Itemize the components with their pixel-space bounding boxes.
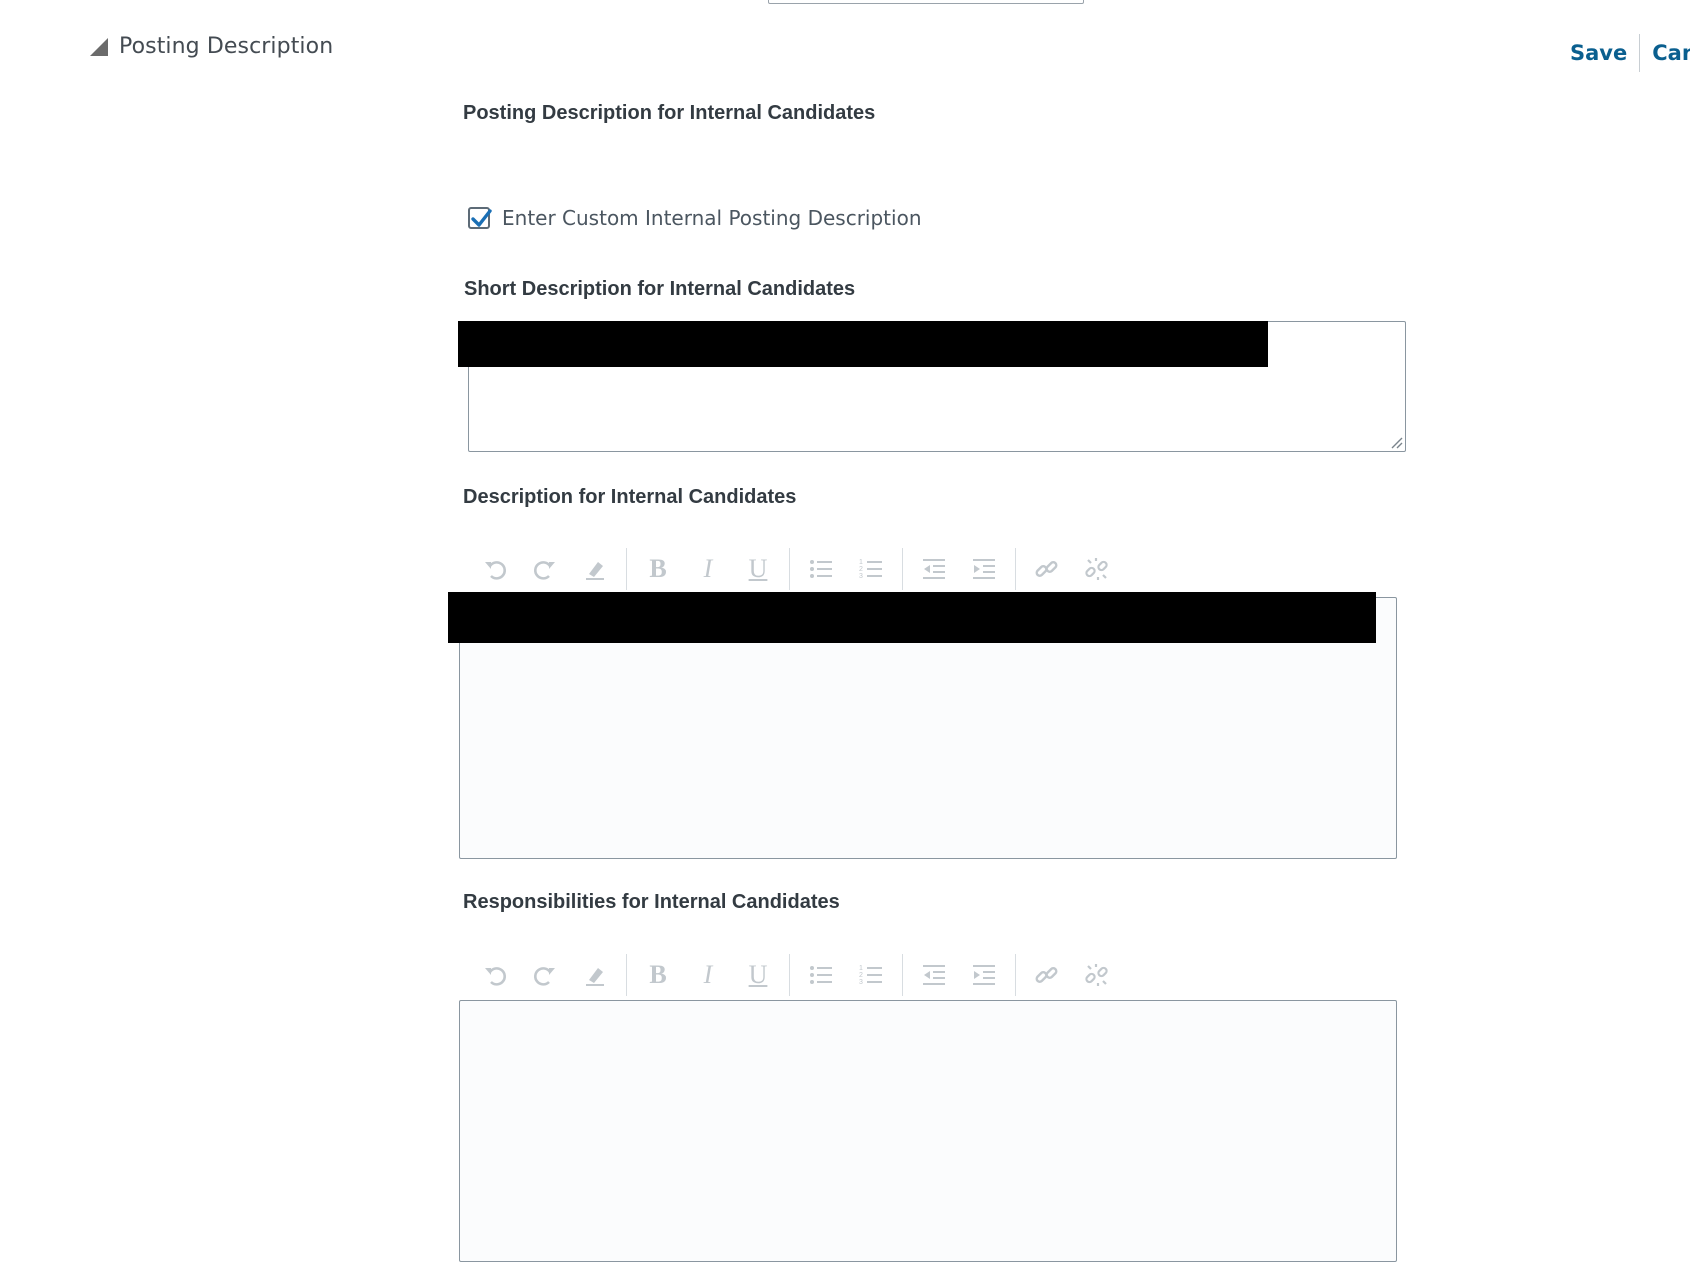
- top-input-field[interactable]: [768, 0, 1084, 4]
- indent-icon[interactable]: [959, 953, 1009, 997]
- toolbar-divider: [902, 954, 903, 996]
- toolbar-divider: [789, 548, 790, 590]
- redo-icon[interactable]: [520, 953, 570, 997]
- undo-icon[interactable]: [470, 953, 520, 997]
- checkmark-icon: [471, 209, 492, 227]
- section-title: Posting Description: [119, 34, 334, 59]
- svg-text:3: 3: [859, 573, 863, 580]
- posting-heading: Posting Description for Internal Candida…: [463, 102, 876, 124]
- outdent-icon[interactable]: [909, 547, 959, 591]
- bulleted-list-icon[interactable]: [796, 953, 846, 997]
- toolbar-divider: [1015, 548, 1016, 590]
- unlink-icon[interactable]: [1072, 953, 1122, 997]
- unlink-icon[interactable]: [1072, 547, 1122, 591]
- save-button[interactable]: Save: [1570, 41, 1627, 65]
- custom-description-checkbox-label: Enter Custom Internal Posting Descriptio…: [502, 206, 922, 230]
- responsibilities-label: Responsibilities for Internal Candidates: [463, 891, 840, 913]
- undo-icon[interactable]: [470, 547, 520, 591]
- description-label: Description for Internal Candidates: [463, 486, 797, 508]
- action-bar: Save Canc: [1570, 34, 1690, 72]
- svg-text:3: 3: [859, 979, 863, 986]
- svg-text:1: 1: [859, 559, 863, 566]
- numbered-list-icon[interactable]: 123: [846, 953, 896, 997]
- toolbar-divider: [626, 954, 627, 996]
- eraser-icon[interactable]: [570, 547, 620, 591]
- resize-handle-icon[interactable]: [1389, 435, 1403, 449]
- toolbar-divider: [789, 954, 790, 996]
- toolbar-divider: [1015, 954, 1016, 996]
- responsibilities-toolbar: B I U 123: [470, 953, 1122, 997]
- link-icon[interactable]: [1022, 547, 1072, 591]
- indent-icon[interactable]: [959, 547, 1009, 591]
- redacted-short-description: [458, 321, 1268, 367]
- italic-icon[interactable]: I: [683, 547, 733, 591]
- outdent-icon[interactable]: [909, 953, 959, 997]
- numbered-list-icon[interactable]: 123: [846, 547, 896, 591]
- toolbar-divider: [902, 548, 903, 590]
- link-icon[interactable]: [1022, 953, 1072, 997]
- svg-text:2: 2: [859, 972, 863, 979]
- svg-text:2: 2: [859, 566, 863, 573]
- collapse-triangle-icon[interactable]: [90, 37, 108, 56]
- toolbar-divider: [626, 548, 627, 590]
- action-divider: [1639, 34, 1641, 72]
- bold-icon[interactable]: B: [633, 953, 683, 997]
- section-header: Posting Description: [90, 34, 333, 59]
- short-description-label: Short Description for Internal Candidate…: [464, 278, 856, 300]
- redo-icon[interactable]: [520, 547, 570, 591]
- eraser-icon[interactable]: [570, 953, 620, 997]
- underline-icon[interactable]: U: [733, 953, 783, 997]
- svg-text:1: 1: [859, 965, 863, 972]
- responsibilities-editor[interactable]: [459, 1000, 1397, 1262]
- custom-description-checkbox-row: Enter Custom Internal Posting Descriptio…: [468, 206, 922, 230]
- underline-icon[interactable]: U: [733, 547, 783, 591]
- bulleted-list-icon[interactable]: [796, 547, 846, 591]
- cancel-button[interactable]: Canc: [1652, 41, 1690, 65]
- redacted-description: [448, 592, 1376, 643]
- description-toolbar: B I U 123: [470, 547, 1122, 591]
- italic-icon[interactable]: I: [683, 953, 733, 997]
- bold-icon[interactable]: B: [633, 547, 683, 591]
- custom-description-checkbox[interactable]: [468, 207, 492, 229]
